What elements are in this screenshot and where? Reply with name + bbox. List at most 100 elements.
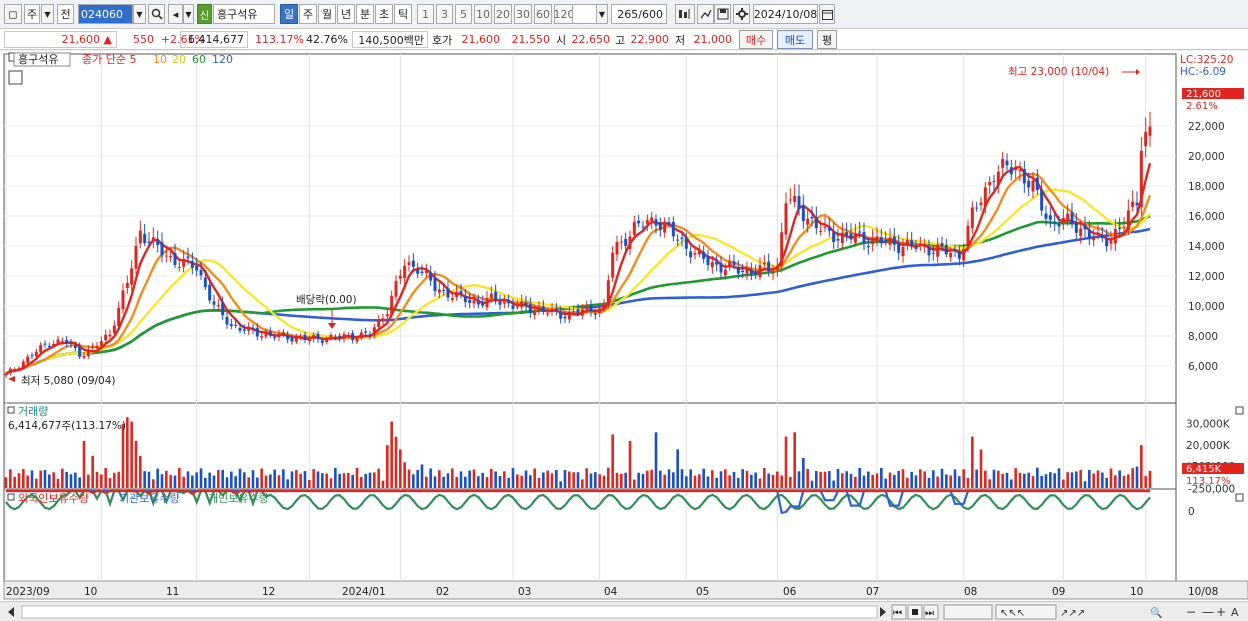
volume-bar: [494, 471, 497, 488]
holding-close-icon[interactable]: [1235, 493, 1244, 502]
candle-body: [819, 230, 823, 232]
chart-tools-icon[interactable]: [675, 4, 695, 24]
candle-body: [381, 318, 385, 321]
type-dropdown-icon[interactable]: ▼: [41, 4, 54, 24]
volume-bar: [282, 469, 285, 488]
candle-body: [325, 339, 329, 343]
period-button-1[interactable]: 주: [299, 4, 317, 24]
period-button-0[interactable]: 일: [280, 4, 298, 24]
date-field[interactable]: 2024/10/08: [753, 4, 818, 24]
open-price: 22,650: [571, 33, 611, 46]
calendar-icon[interactable]: [819, 4, 835, 24]
candle-body: [468, 299, 472, 303]
candle-body: [723, 269, 727, 276]
candle-body: [286, 334, 290, 340]
candle-body: [936, 244, 940, 257]
interval-button-5[interactable]: 5: [455, 4, 472, 24]
sell-button[interactable]: 매도: [777, 30, 813, 49]
volume-bar: [256, 477, 259, 488]
candle-body: [238, 327, 242, 331]
period-button-3[interactable]: 년: [337, 4, 355, 24]
data-grid-icon[interactable]: [8, 70, 23, 85]
candle-body: [52, 343, 56, 347]
buy-button[interactable]: 매수: [739, 30, 773, 49]
stock-name-field[interactable]: 흥구석유: [213, 4, 275, 24]
code-dropdown-icon[interactable]: ▼: [133, 4, 146, 24]
interval-button-60[interactable]: 60: [534, 4, 552, 24]
stock-chart[interactable]: 22,000 20,000 18,000 16,000 14,000 12,000 10,0…: [0, 51, 1248, 601]
volume-bar: [685, 476, 688, 488]
interval-button-1[interactable]: 1: [417, 4, 434, 24]
period-button-6[interactable]: 틱: [394, 4, 412, 24]
period-button-4[interactable]: 분: [356, 4, 374, 24]
volume-bar: [1109, 468, 1113, 488]
volume-bar: [230, 471, 233, 488]
zoom-in-icon[interactable]: +: [1216, 605, 1226, 619]
volume-panel-menu-icon[interactable]: [7, 406, 15, 414]
ma-legend-120: 120: [212, 53, 233, 66]
candle-body: [931, 252, 935, 254]
candle-body: [572, 311, 576, 313]
market-selector[interactable]: 전: [57, 4, 74, 24]
candle-body: [663, 222, 667, 233]
candle-body: [394, 281, 398, 297]
zoom-range-icon[interactable]: —: [1202, 605, 1214, 619]
volume-bar: [394, 436, 398, 488]
volume-bar: [1118, 470, 1121, 488]
candle-body: [442, 289, 446, 291]
zoom-out-icon[interactable]: −: [1186, 605, 1196, 619]
volume-bar: [403, 462, 406, 488]
scroll-track[interactable]: [21, 605, 878, 619]
volume-close-icon[interactable]: [1235, 406, 1244, 415]
candle-body: [871, 238, 875, 245]
ma-legend-prefix: 종가 단순 5: [82, 53, 136, 66]
interval-button-30[interactable]: 30: [514, 4, 532, 24]
settings-gear-icon[interactable]: [733, 4, 750, 24]
period-button-2[interactable]: 월: [318, 4, 336, 24]
volume-bar: [745, 470, 749, 488]
chart-scrollbar[interactable]: ⏮ ⏭ ↖↖↖ ↗↗↗ 🔍 − — + A: [0, 601, 1248, 621]
legend-foreign: 외국인보유수량: [18, 492, 89, 505]
interval-dropdown-icon[interactable]: ▼: [596, 4, 608, 24]
volume-bar: [914, 475, 918, 488]
next-stock-dropdown-icon[interactable]: ▼: [183, 4, 194, 24]
candle-body: [624, 238, 628, 246]
data-count-field[interactable]: 265/600: [611, 4, 667, 24]
price-tick-label: 6,000: [1188, 361, 1218, 373]
volume-bar: [715, 477, 718, 488]
period-button-5[interactable]: 초: [375, 4, 393, 24]
prev-stock-icon[interactable]: ◂: [168, 4, 183, 24]
volume-bar: [195, 472, 198, 488]
interval-button-20[interactable]: 20: [494, 4, 512, 24]
volume-bar: [238, 468, 242, 488]
x-axis-label: 11: [166, 586, 179, 598]
chart-area[interactable]: 22,000 20,000 18,000 16,000 14,000 12,000 10,0…: [0, 51, 1248, 601]
ma-legend-10: 10: [153, 53, 167, 66]
zoom-slider[interactable]: [943, 604, 993, 620]
stock-code-input[interactable]: 024060: [78, 4, 133, 24]
interval-button-120[interactable]: 120: [554, 4, 575, 24]
candle-body: [117, 307, 121, 326]
candle-body: [979, 202, 983, 206]
holding-panel-menu-icon[interactable]: [7, 493, 15, 501]
candle-body: [628, 236, 632, 250]
candle-body: [1109, 240, 1113, 244]
candle-body: [450, 298, 454, 300]
save-icon[interactable]: [714, 4, 731, 24]
volume-bar: [529, 475, 532, 488]
magnify-icon[interactable]: 🔍: [1150, 606, 1162, 619]
volume-bar: [568, 471, 571, 488]
draw-line-icon[interactable]: [697, 4, 714, 24]
font-size-icon[interactable]: A: [1231, 606, 1239, 619]
interval-button-3[interactable]: 3: [436, 4, 453, 24]
interval-button-10[interactable]: 10: [474, 4, 492, 24]
quote-bar: 21,600 ▲ 550 +2.61% 6,414,677 113.17% 42…: [0, 29, 1248, 50]
volume-bar: [325, 473, 328, 488]
volume-bar: [1066, 472, 1069, 488]
search-icon[interactable]: [148, 4, 165, 24]
type-selector[interactable]: 주: [24, 4, 40, 24]
trend-tools-icon[interactable]: ↗↗↗: [1060, 608, 1085, 619]
window-icon[interactable]: ◻: [4, 4, 22, 24]
candle-body: [138, 230, 142, 244]
eval-button[interactable]: 평: [817, 30, 837, 49]
